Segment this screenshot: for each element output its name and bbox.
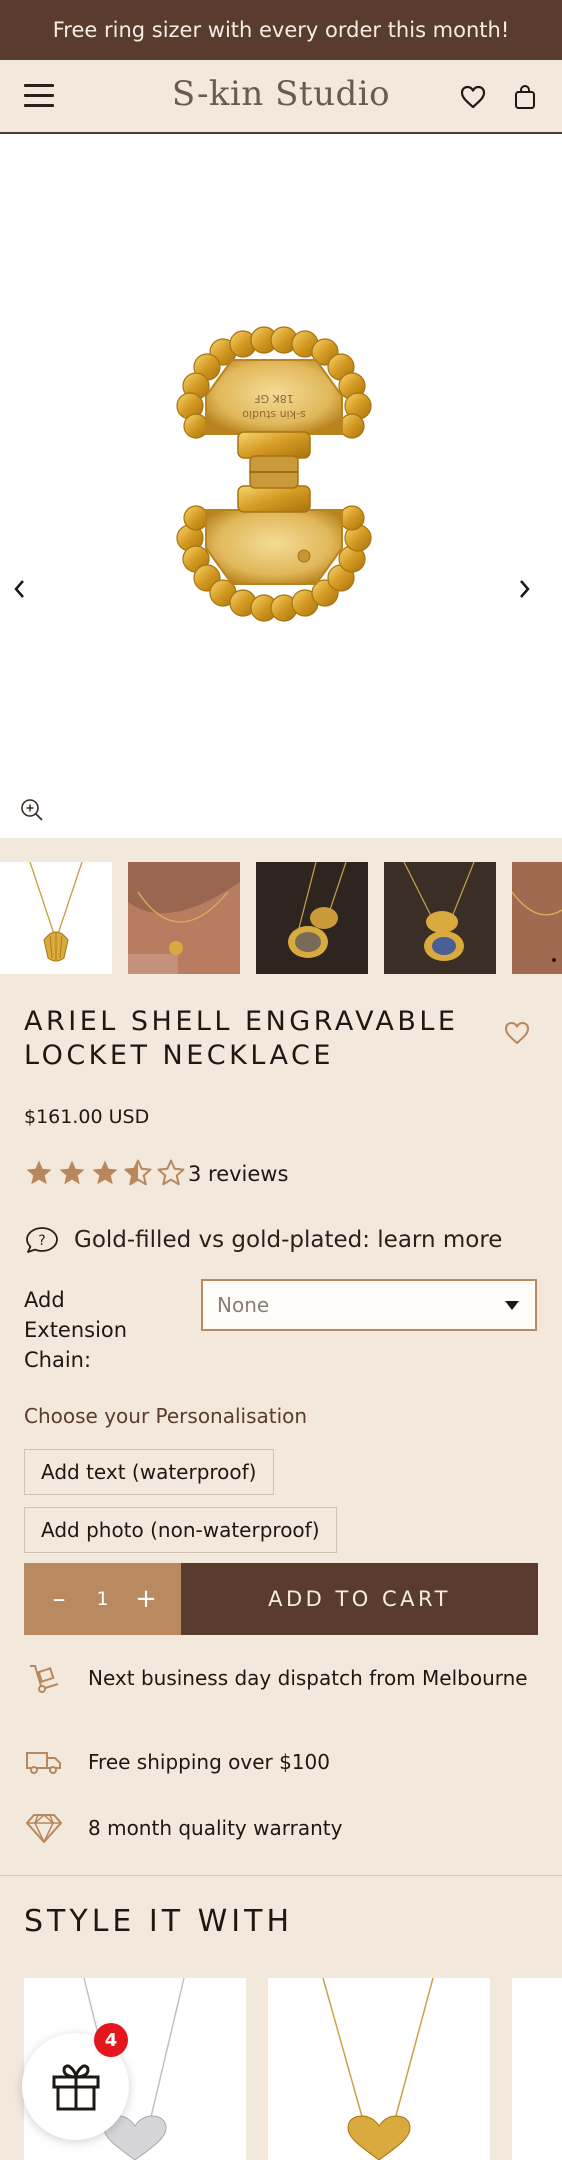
- announcement-bar: Free ring sizer with every order this mo…: [0, 0, 562, 60]
- style-it-with-heading: STYLE IT WITH: [24, 1904, 294, 1939]
- extension-chain-label: Add Extension Chain:: [24, 1288, 128, 1372]
- gold-filled-info-link[interactable]: ? Gold-filled vs gold-plated: learn more: [24, 1222, 502, 1258]
- feature-warranty-text: 8 month quality warranty: [88, 1815, 343, 1840]
- star-full-icon: [92, 1160, 118, 1185]
- star-empty-icon: [157, 1159, 185, 1186]
- thumbnail-locket-with-blue-photo[interactable]: [384, 862, 496, 974]
- star-full-icon: [59, 1160, 85, 1185]
- extension-chain-value: None: [217, 1293, 270, 1317]
- add-photo-button[interactable]: Add photo (non-waterproof): [24, 1507, 337, 1553]
- quantity-stepper: – 1 +: [24, 1563, 181, 1635]
- shopping-bag-icon[interactable]: [508, 80, 542, 114]
- extension-chain-select[interactable]: None: [201, 1279, 537, 1331]
- feature-warranty: 8 month quality warranty: [24, 1808, 544, 1848]
- svg-text:?: ?: [38, 1233, 45, 1249]
- hamburger-icon[interactable]: [24, 82, 56, 110]
- learn-more-text: Gold-filled vs gold-plated: learn more: [74, 1227, 503, 1253]
- site-header: S-kin Studio: [0, 60, 562, 134]
- reviews-link[interactable]: 3 reviews: [188, 1162, 288, 1186]
- gold-shell-locket-open-photo[interactable]: s-kin studio 18K GF: [0, 134, 562, 838]
- product-gallery: s-kin studio 18K GF: [0, 134, 562, 838]
- add-to-wishlist-heart-icon[interactable]: [503, 1020, 533, 1048]
- star-full-icon: [26, 1160, 52, 1185]
- svg-text:s-kin studio: s-kin studio: [242, 408, 306, 421]
- gift-icon: [52, 2064, 99, 2110]
- thumbnail-strip: [0, 862, 562, 974]
- star-rating[interactable]: [24, 1158, 186, 1190]
- rewards-badge-count: 4: [94, 2023, 128, 2057]
- quantity-value[interactable]: 1: [96, 1588, 108, 1610]
- add-text-button[interactable]: Add text (waterproof): [24, 1449, 274, 1495]
- diamond-icon: [24, 1808, 64, 1848]
- product-title: ARIEL SHELL ENGRAVABLE LOCKET NECKLACE: [24, 1006, 459, 1071]
- plus-icon[interactable]: +: [135, 1586, 157, 1612]
- star-half-icon: [124, 1159, 152, 1186]
- delivery-truck-icon: [24, 1742, 64, 1782]
- recommended-product-card[interactable]: [512, 1978, 562, 2160]
- hand-truck-icon: [24, 1658, 64, 1698]
- svg-text:18K GF: 18K GF: [254, 392, 294, 405]
- personalisation-label: Choose your Personalisation: [24, 1404, 308, 1428]
- recommended-product-card[interactable]: [268, 1978, 490, 2160]
- question-chat-bubble-icon: ?: [26, 1227, 58, 1253]
- next-image-button[interactable]: [508, 568, 542, 610]
- caret-down-icon: [505, 1301, 519, 1310]
- thumbnail-necklace-worn-closeup[interactable]: [512, 862, 562, 974]
- thumbnail-shell-necklace-on-white[interactable]: [0, 862, 112, 974]
- announcement-text: Free ring sizer with every order this mo…: [52, 18, 510, 42]
- feature-shipping: Free shipping over $100: [24, 1742, 544, 1782]
- previous-image-button[interactable]: [2, 568, 36, 610]
- feature-dispatch-text: Next business day dispatch from Melbourn…: [88, 1665, 528, 1690]
- gold-heart-necklace-photo: [322, 1978, 434, 2160]
- feature-shipping-text: Free shipping over $100: [88, 1749, 330, 1774]
- section-divider: [0, 1875, 562, 1876]
- add-to-cart-button[interactable]: ADD TO CART: [181, 1563, 538, 1635]
- feature-dispatch: Next business day dispatch from Melbourn…: [24, 1658, 544, 1698]
- heart-icon[interactable]: [456, 80, 490, 114]
- zoom-icon[interactable]: [18, 796, 46, 824]
- product-price: $161.00 USD: [24, 1106, 150, 1128]
- thumbnail-locket-open-with-photo-dark-bg[interactable]: [256, 862, 368, 974]
- minus-icon[interactable]: –: [48, 1586, 70, 1612]
- thumbnail-necklace-worn-on-neck[interactable]: [128, 862, 240, 974]
